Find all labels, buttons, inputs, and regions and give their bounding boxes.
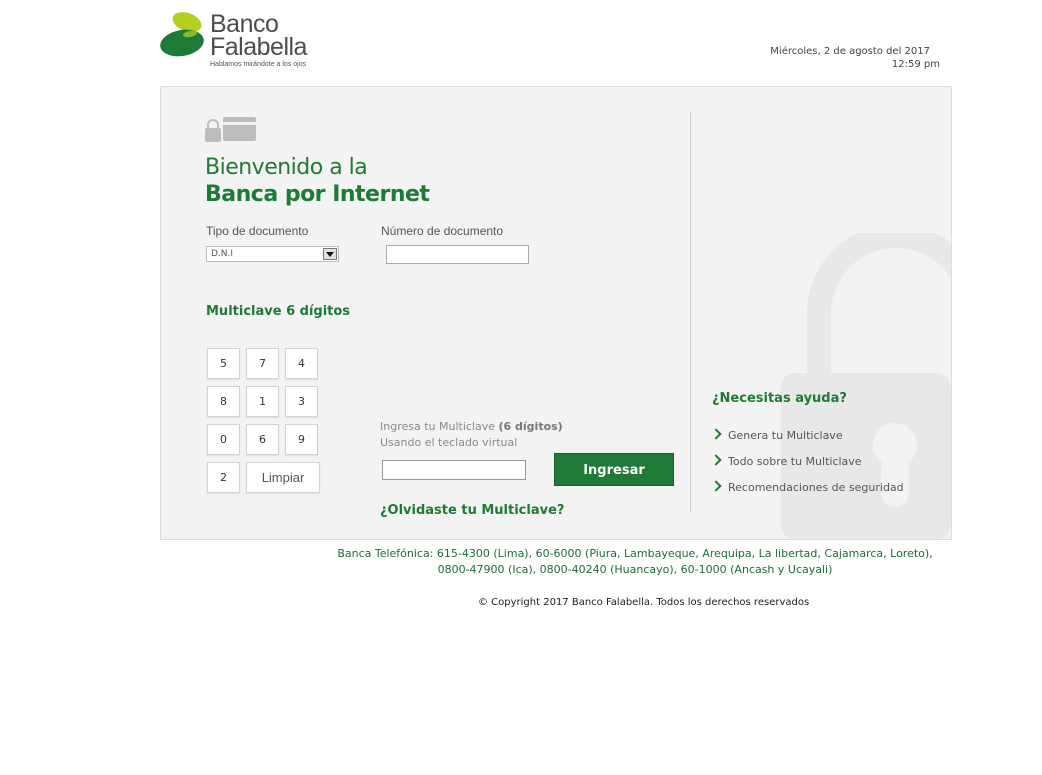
- logo-leaf-icon: [160, 12, 204, 57]
- keypad-key[interactable]: 0: [207, 424, 240, 455]
- doc-number-input[interactable]: [386, 245, 529, 264]
- multiclave-hint-virtual: Usando el teclado virtual: [380, 436, 518, 449]
- copyright: © Copyright 2017 Banco Falabella. Todos …: [478, 597, 810, 608]
- current-date: Miércoles, 2 de agosto del 2017: [770, 46, 930, 57]
- dropdown-arrow-icon[interactable]: [323, 248, 337, 260]
- doc-type-label: Tipo de documento: [206, 224, 309, 238]
- multiclave-input[interactable]: [382, 460, 526, 480]
- multiclave-hint: Ingresa tu Multiclave (6 dígitos): [380, 420, 563, 433]
- keypad-key[interactable]: 1: [246, 386, 279, 417]
- submit-button[interactable]: Ingresar: [554, 453, 674, 486]
- lock-card-icon: [205, 117, 256, 142]
- logo-tagline: Hablamos mirándote a los ojos: [210, 61, 307, 68]
- multiclave-hint-text: Ingresa tu Multiclave: [380, 420, 499, 433]
- keypad-key[interactable]: 2: [207, 462, 240, 493]
- welcome-subtitle: Banca por Internet: [205, 182, 430, 207]
- phone-line-1: Banca Telefónica: 615-4300 (Lima), 60-60…: [337, 547, 933, 560]
- keypad-key[interactable]: 3: [285, 386, 318, 417]
- help-link-label: Genera tu Multiclave: [728, 429, 843, 442]
- login-panel: Bienvenido a la Banca por Internet Tipo …: [160, 86, 952, 540]
- keypad-key[interactable]: 6: [246, 424, 279, 455]
- panel-divider: [690, 113, 691, 513]
- keypad-clear-button[interactable]: Limpiar: [246, 462, 320, 493]
- multiclave-title: Multiclave 6 dígitos: [206, 304, 351, 319]
- current-time: 12:59 pm: [891, 59, 940, 70]
- doc-number-label: Número de documento: [381, 224, 504, 238]
- phone-line-2: 0800-47900 (Ica), 0800-40240 (Huancayo),…: [437, 563, 833, 576]
- doc-type-select[interactable]: D.N.I: [206, 246, 339, 262]
- chevron-right-icon: [710, 480, 722, 492]
- chevron-right-icon: [710, 428, 722, 440]
- help-link-seguridad[interactable]: Recomendaciones de seguridad: [710, 480, 904, 494]
- chevron-right-icon: [710, 454, 722, 466]
- forgot-multiclave-link[interactable]: ¿Olvidaste tu Multiclave?: [380, 503, 564, 518]
- date-time: Miércoles, 2 de agosto del 2017 12:59 pm: [770, 45, 940, 71]
- help-title: ¿Necesitas ayuda?: [712, 391, 847, 406]
- keypad-key[interactable]: 7: [246, 348, 279, 379]
- keypad-key[interactable]: 9: [285, 424, 318, 455]
- phone-info: Banca Telefónica: 615-4300 (Lima), 60-60…: [0, 546, 1042, 578]
- help-link-genera[interactable]: Genera tu Multiclave: [710, 428, 843, 442]
- help-link-todo[interactable]: Todo sobre tu Multiclave: [710, 454, 862, 468]
- welcome-title: Bienvenido a la: [205, 155, 368, 180]
- keypad-key[interactable]: 4: [285, 348, 318, 379]
- logo-name-line2: Falabella: [210, 33, 307, 61]
- help-link-label: Recomendaciones de seguridad: [728, 481, 904, 494]
- keypad-key[interactable]: 8: [207, 386, 240, 417]
- multiclave-hint-digits: (6 dígitos): [498, 420, 563, 433]
- doc-type-value: D.N.I: [211, 249, 234, 259]
- keypad-key[interactable]: 5: [207, 348, 240, 379]
- help-link-label: Todo sobre tu Multiclave: [728, 455, 862, 468]
